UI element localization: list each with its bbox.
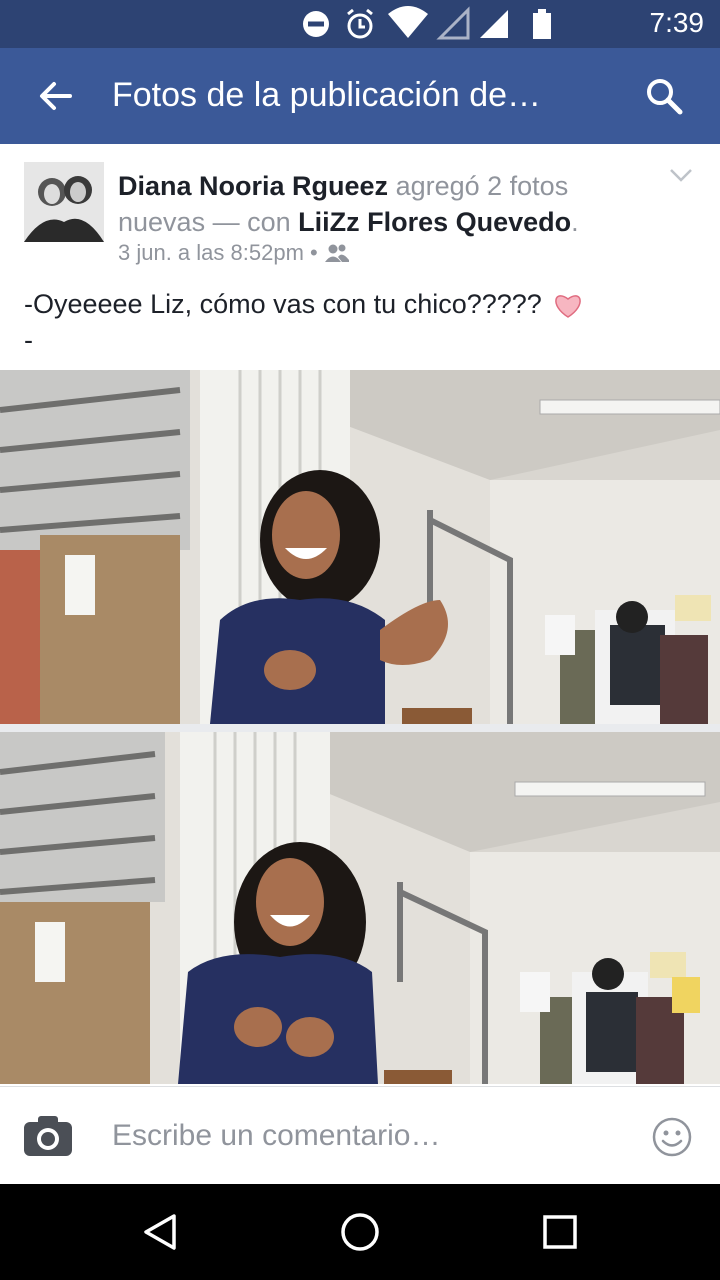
- wifi-icon: [388, 6, 428, 38]
- search-icon: [647, 79, 683, 115]
- dnd-icon: [303, 11, 329, 37]
- signal-icon: [480, 10, 508, 38]
- post-photo-2[interactable]: [0, 732, 720, 1084]
- back-triangle-icon: [144, 1214, 176, 1250]
- chevron-down-icon: [670, 169, 692, 182]
- post-timestamp[interactable]: 3 jun. a las 8:52pm: [118, 240, 304, 266]
- home-circle-icon: [341, 1213, 379, 1251]
- post-photo-1[interactable]: [0, 370, 720, 724]
- camera-icon: [24, 1116, 72, 1156]
- post-header: Diana Nooria Rgueez agregó 2 fotos nueva…: [118, 168, 658, 240]
- post-options-button[interactable]: [664, 160, 698, 190]
- message-line-2: -: [24, 325, 33, 355]
- smiley-icon: [652, 1117, 692, 1157]
- post-meta: 3 jun. a las 8:52pm •: [118, 240, 350, 266]
- post: Diana Nooria Rgueez agregó 2 fotos nueva…: [0, 144, 720, 370]
- camera-button[interactable]: [20, 1111, 76, 1161]
- nav-back-button[interactable]: [130, 1204, 190, 1260]
- comment-composer: Escribe un comentario…: [0, 1086, 720, 1185]
- post-action-end: .: [571, 207, 579, 237]
- search-button[interactable]: [636, 68, 692, 124]
- alarm-icon: [347, 8, 373, 39]
- nav-recents-button[interactable]: [530, 1204, 590, 1260]
- status-icons: [303, 6, 551, 40]
- friends-icon: [324, 244, 349, 262]
- heart-icon: [555, 295, 582, 318]
- app-bar: Fotos de la publicación de…: [0, 48, 720, 144]
- arrow-left-icon: [40, 82, 72, 110]
- tagged-name[interactable]: LiiZz Flores Quevedo: [298, 207, 571, 237]
- post-message: -Oyeeeee Liz, cómo vas con tu chico?????…: [24, 286, 583, 358]
- avatar[interactable]: [24, 162, 104, 242]
- photo-image: [0, 370, 720, 724]
- nav-home-button[interactable]: [330, 1202, 390, 1262]
- emoji-button[interactable]: [648, 1113, 696, 1161]
- battery-icon: [533, 9, 551, 39]
- signal-empty-icon: [436, 6, 470, 40]
- photo-image: [0, 732, 720, 1084]
- message-text: -Oyeeeee Liz, cómo vas con tu chico?????: [24, 289, 542, 319]
- photo-separator: [0, 724, 720, 732]
- profile-photo: [24, 162, 104, 242]
- meta-dot: •: [303, 240, 324, 265]
- comment-input[interactable]: Escribe un comentario…: [112, 1119, 440, 1153]
- clock: 7:39: [649, 7, 705, 38]
- author-name[interactable]: Diana Nooria Rgueez: [118, 171, 388, 201]
- system-nav-bar: [0, 1184, 720, 1280]
- recents-square-icon: [543, 1215, 577, 1249]
- status-bar: 7:39: [0, 0, 720, 48]
- back-button[interactable]: [28, 68, 84, 124]
- page-title: Fotos de la publicación de…: [112, 76, 542, 114]
